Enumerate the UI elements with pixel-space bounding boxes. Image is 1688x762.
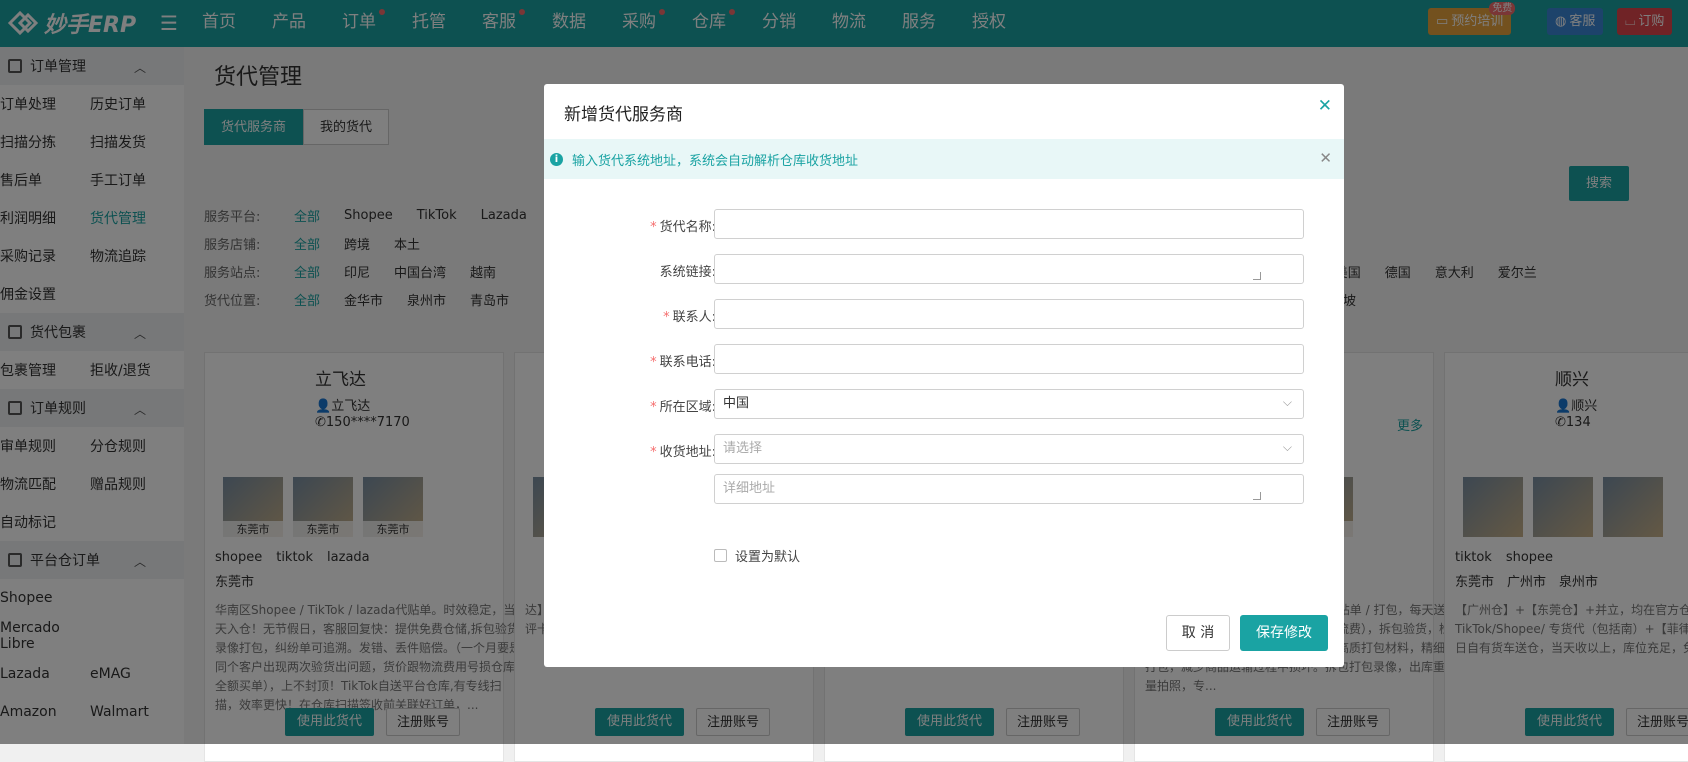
region-row: * 所在区域: 中国 ⌵ [544, 389, 1344, 419]
address-select[interactable]: 请选择 [714, 434, 1304, 464]
contact-input[interactable] [714, 299, 1304, 329]
phone-label: * 联系电话: [650, 355, 716, 370]
contact-label: * 联系人: [663, 310, 716, 325]
region-value: 中国 [723, 396, 750, 411]
name-label: * 货代名称: [650, 220, 716, 235]
address-row: * 收货地址: 请选择 ⌵ [544, 434, 1344, 464]
detail-row: 详细地址 [544, 474, 1344, 504]
region-label: * 所在区域: [650, 400, 716, 415]
modal-footer: 取 消 保存修改 [1166, 615, 1328, 651]
region-select[interactable]: 中国 [714, 389, 1304, 419]
address-label: * 收货地址: [650, 445, 716, 460]
name-row: * 货代名称: [544, 209, 1344, 239]
detail-address-textarea[interactable]: 详细地址 [714, 474, 1304, 504]
info-icon: i [550, 152, 563, 166]
link-label: 系统链接: [659, 265, 716, 280]
modal-title: 新增货代服务商 [564, 105, 683, 125]
detail-placeholder: 详细地址 [723, 481, 776, 496]
contact-row: * 联系人: [544, 299, 1344, 329]
chevron-down-icon: ⌵ [1282, 440, 1292, 454]
add-forwarder-modal: 新增货代服务商 ✕ i 输入货代系统地址，系统会自动解析仓库收货地址 ✕ * 货代… [544, 84, 1344, 667]
phone-input[interactable] [714, 344, 1304, 374]
alert-close-icon[interactable]: ✕ [1319, 149, 1332, 167]
save-button[interactable]: 保存修改 [1240, 615, 1328, 651]
default-checkbox[interactable]: 设置为默认 [714, 546, 800, 565]
chevron-down-icon: ⌵ [1282, 395, 1292, 409]
address-placeholder: 请选择 [723, 441, 763, 456]
info-alert: i 输入货代系统地址，系统会自动解析仓库收货地址 ✕ [544, 139, 1344, 179]
cancel-button[interactable]: 取 消 [1166, 615, 1230, 651]
link-row: 系统链接: [544, 254, 1344, 284]
info-text: 输入货代系统地址，系统会自动解析仓库收货地址 [572, 153, 859, 169]
default-label: 设置为默认 [735, 550, 801, 565]
close-icon[interactable]: ✕ [1318, 96, 1332, 116]
system-link-textarea[interactable] [714, 254, 1304, 284]
phone-row: * 联系电话: [544, 344, 1344, 374]
checkbox-box[interactable] [714, 549, 727, 562]
resize-handle[interactable] [1253, 272, 1261, 280]
name-input[interactable] [714, 209, 1304, 239]
resize-handle[interactable] [1253, 492, 1261, 500]
